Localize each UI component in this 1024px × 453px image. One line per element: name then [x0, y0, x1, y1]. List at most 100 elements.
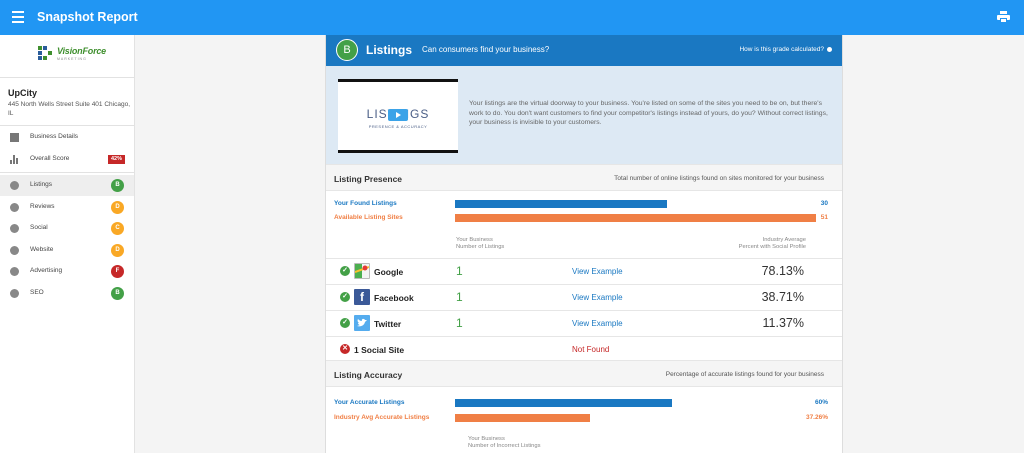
column-header-industry-average: Industry Average Percent with Social Prof… [738, 237, 806, 250]
site-name: Twitter [374, 319, 402, 329]
accurate-listings-bar-row: Your Accurate Listings 60% [326, 397, 842, 409]
site-name: Google [374, 267, 404, 277]
chat-icon [10, 224, 19, 233]
sidebar-item-reviews[interactable]: Reviews D [0, 197, 134, 218]
grade-calculation-link[interactable]: How is this grade calculated? [739, 46, 832, 53]
site-row-facebook: ✓ f Facebook 1 View Example 38.71% [326, 284, 842, 310]
play-icon[interactable] [388, 109, 408, 121]
magnifier-icon [10, 289, 19, 298]
column-header-your-business: Your Business Number of Listings [456, 237, 505, 250]
missing-site-name: 1 Social Site [354, 345, 405, 355]
menu-icon[interactable] [12, 11, 24, 23]
listing-count: 1 [456, 316, 463, 330]
sidebar-item-label: Business Details [30, 133, 79, 140]
sidebar-item-overall-score[interactable]: Overall Score 42% [0, 149, 134, 170]
grade-badge: F [111, 265, 124, 278]
industry-accuracy-bar-row: Industry Avg Accurate Listings 37.26% [326, 412, 842, 424]
check-icon: ✓ [340, 266, 350, 276]
intro-text: Your listings are the virtual doorway to… [469, 100, 828, 126]
page-title: Snapshot Report [37, 10, 138, 24]
site-row-missing: ✕ 1 Social Site Not Found [326, 336, 842, 360]
sidebar-item-label: SEO [30, 289, 44, 296]
industry-accuracy-value: 37.26% [805, 414, 828, 421]
view-example-link[interactable]: View Example [572, 319, 623, 328]
sidebar-item-social[interactable]: Social C [0, 218, 134, 239]
listings-grade-badge: B [336, 39, 358, 61]
sidebar-item-label: Reviews [30, 203, 55, 210]
logo-subtext: MARKETING [57, 57, 87, 61]
sidebar-item-label: Website [30, 246, 54, 253]
panel-question: Can consumers find your business? [422, 45, 550, 54]
facebook-icon: f [354, 289, 370, 305]
sidebar-item-website[interactable]: Website D [0, 240, 134, 261]
video-thumbnail[interactable]: LISTINGS PRESENCE & ACCURACY [338, 79, 458, 153]
twitter-icon [354, 315, 370, 331]
intro-section: LISTINGS PRESENCE & ACCURACY Your listin… [326, 66, 842, 164]
view-example-link[interactable]: View Example [572, 267, 623, 276]
info-icon [827, 47, 832, 52]
industry-percent: 78.13% [761, 264, 804, 278]
logo-text: VisionForce [57, 46, 106, 56]
pin-icon [10, 181, 19, 190]
presence-title: Listing Presence [334, 174, 403, 184]
error-icon: ✕ [340, 344, 350, 354]
accurate-listings-label: Your Accurate Listings [334, 399, 405, 406]
column-header-incorrect-listings: Your Business Number of Incorrect Listing… [468, 436, 541, 449]
video-subtitle: PRESENCE & ACCURACY [368, 124, 428, 129]
panel-header: B Listings Can consumers find your busin… [326, 35, 842, 66]
listings-panel: B Listings Can consumers find your busin… [325, 35, 843, 453]
industry-percent: 11.37% [762, 316, 804, 330]
grade-badge: B [111, 179, 124, 192]
google-maps-icon [354, 263, 370, 279]
listing-count: 1 [456, 264, 463, 278]
grade-badge: D [111, 201, 124, 214]
listing-count: 1 [456, 290, 463, 304]
sidebar-item-label: Advertising [30, 267, 63, 274]
available-sites-bar [455, 214, 816, 222]
building-icon [10, 133, 19, 142]
site-row-google: ✓ Google 1 View Example 78.13% [326, 258, 842, 284]
found-listings-bar-row: Your Found Listings 30 [326, 198, 842, 210]
accurate-listings-value: 60% [814, 399, 828, 406]
site-row-twitter: ✓ Twitter 1 View Example 11.37% [326, 310, 842, 336]
sidebar-item-listings[interactable]: Listings B [0, 175, 134, 196]
megaphone-icon [10, 267, 19, 276]
presence-description: Total number of online listings found on… [614, 175, 824, 182]
available-sites-value: 51 [820, 214, 828, 221]
sidebar-item-advertising[interactable]: Advertising F [0, 261, 134, 282]
top-app-bar: Snapshot Report [0, 0, 1024, 35]
available-sites-bar-row: Available Listing Sites 51 [326, 212, 842, 224]
available-sites-label: Available Listing Sites [334, 214, 403, 221]
grade-badge: C [111, 222, 124, 235]
company-logo: VisionForce MARKETING [38, 44, 108, 64]
star-icon [10, 203, 19, 212]
not-found-text: Not Found [572, 345, 610, 354]
sidebar-item-label: Overall Score [30, 155, 70, 162]
panel-title: Listings [366, 43, 413, 57]
sidebar: VisionForce MARKETING UpCity 445 North W… [0, 35, 135, 453]
found-listings-bar [455, 200, 668, 208]
accuracy-title: Listing Accuracy [334, 370, 403, 380]
score-badge: 42% [108, 155, 125, 164]
sidebar-item-seo[interactable]: SEO B [0, 283, 134, 304]
found-listings-label: Your Found Listings [334, 200, 397, 207]
grade-calculation-label: How is this grade calculated? [739, 46, 824, 53]
view-example-link[interactable]: View Example [572, 293, 623, 302]
accurate-listings-bar [455, 399, 672, 407]
company-address: 445 North Wells Street Suite 401 Chicago… [8, 101, 131, 117]
found-listings-value: 30 [820, 200, 828, 207]
bar-chart-icon [10, 155, 19, 164]
check-icon: ✓ [340, 318, 350, 328]
sidebar-item-business-details[interactable]: Business Details [0, 127, 134, 148]
check-icon: ✓ [340, 292, 350, 302]
accuracy-description: Percentage of accurate listings found fo… [665, 371, 824, 378]
industry-accuracy-bar [455, 414, 590, 422]
print-icon[interactable] [997, 11, 1010, 23]
industry-percent: 38.71% [761, 290, 804, 304]
accuracy-section-header: Listing Accuracy Percentage of accurate … [326, 360, 842, 387]
presence-section-header: Listing Presence Total number of online … [326, 164, 842, 191]
sidebar-item-label: Listings [30, 181, 53, 188]
monitor-icon [10, 246, 19, 255]
site-name: Facebook [374, 293, 414, 303]
grade-badge: B [111, 287, 124, 300]
